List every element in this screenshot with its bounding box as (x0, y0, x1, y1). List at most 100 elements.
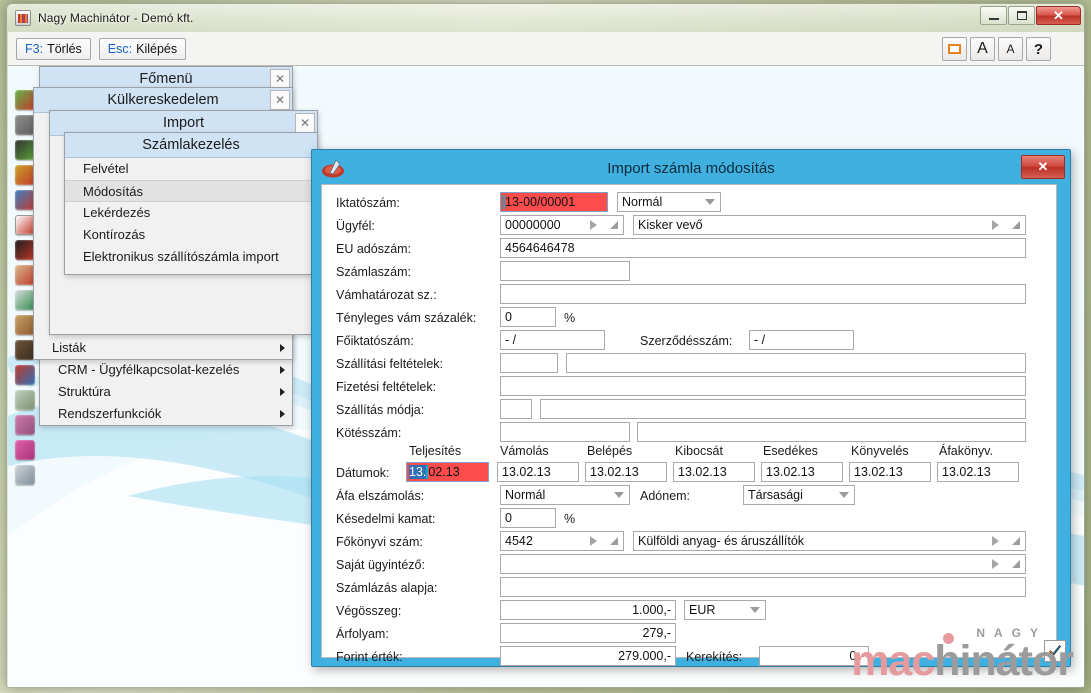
field-forint-ertek[interactable]: 279.000,- (500, 646, 676, 666)
font-large-icon[interactable]: A (970, 37, 995, 61)
field-date-belepes[interactable]: 13.02.13 (585, 462, 667, 482)
field-date-teljesites-rest: 02.13 (428, 465, 460, 479)
field-date-kibocsat-value: 13.02.13 (678, 465, 727, 479)
menu-item-kontirozas[interactable]: Kontírozás (65, 224, 317, 246)
rail-icon-6[interactable] (15, 215, 35, 235)
field-date-konyveles[interactable]: 13.02.13 (849, 462, 931, 482)
lookup-arrow-icon[interactable] (992, 536, 999, 546)
dropdown-corner-icon[interactable] (610, 221, 618, 229)
menu-item-crm[interactable]: CRM - Ügyfélkapcsolat-kezelés (40, 359, 292, 381)
rail-icon-structure[interactable] (15, 440, 35, 460)
exit-hotkey-key: Esc: (107, 41, 133, 56)
font-small-icon[interactable]: A (998, 37, 1023, 61)
field-date-esedekes[interactable]: 13.02.13 (761, 462, 843, 482)
rail-icon-11[interactable] (15, 340, 35, 360)
field-kotesszam-code[interactable] (500, 422, 630, 442)
field-szamlaszam[interactable] (500, 261, 630, 281)
rail-icon-2[interactable] (15, 115, 35, 135)
chevron-down-icon (750, 607, 760, 613)
rail-icon-system[interactable] (15, 465, 35, 485)
menu-item-struktura-label: Struktúra (58, 384, 111, 399)
label-fizetesi-feltetelek: Fizetési feltételek: (336, 380, 437, 394)
dropdown-corner-icon[interactable] (1012, 221, 1020, 229)
menu-close-kulkereskedelem-icon[interactable]: ✕ (270, 90, 290, 110)
combo-afa-elszamolas[interactable]: Normál (500, 485, 630, 505)
rail-icon-4[interactable] (15, 165, 35, 185)
field-ugyfel-name[interactable]: Kisker vevő (633, 215, 1026, 235)
maximize-button[interactable] (1008, 6, 1035, 25)
field-eu-adoszam[interactable]: 4564646478 (500, 238, 1026, 258)
combo-currency[interactable]: EUR (684, 600, 766, 620)
field-date-vamolas[interactable]: 13.02.13 (497, 462, 579, 482)
rail-icon-3[interactable] (15, 140, 35, 160)
field-fokonyvi-szam-name[interactable]: Külföldi anyag- és áruszállítók (633, 531, 1026, 551)
label-ugyfel: Ügyfél: (336, 219, 375, 233)
label-sajat-ugyintezo: Saját ügyintéző: (336, 558, 425, 572)
window-restore-icon[interactable] (942, 37, 967, 61)
lookup-arrow-icon[interactable] (590, 536, 597, 546)
menu-item-elektronikus-import[interactable]: Elektronikus szállítószámla import (65, 246, 317, 268)
help-icon[interactable]: ? (1026, 37, 1051, 61)
combo-iktatoszam-type[interactable]: Normál (617, 192, 721, 212)
rail-icon-crm[interactable] (15, 415, 35, 435)
field-szamlazas-alapja[interactable] (500, 577, 1026, 597)
rail-icon-fixed-assets[interactable] (15, 365, 35, 385)
rail-icon-8[interactable] (15, 265, 35, 285)
menu-item-rendszerfunkciok[interactable]: Rendszerfunkciók (40, 403, 292, 425)
lookup-arrow-icon[interactable] (992, 220, 999, 230)
rail-icon-1[interactable] (15, 90, 35, 110)
lookup-arrow-icon[interactable] (590, 220, 597, 230)
field-szallitas-modja-code[interactable] (500, 399, 532, 419)
dropdown-corner-icon[interactable] (610, 537, 618, 545)
dialog-close-button[interactable]: ✕ (1021, 155, 1065, 179)
lookup-arrow-icon[interactable] (992, 559, 999, 569)
combo-adonem[interactable]: Társasági (743, 485, 855, 505)
field-kesedelmi-kamat[interactable]: 0 (500, 508, 556, 528)
field-vegosszeg[interactable]: 1.000,- (500, 600, 676, 620)
field-eu-adoszam-value: 4564646478 (505, 241, 575, 255)
menu-close-import-icon[interactable]: ✕ (295, 113, 315, 133)
field-szallitas-modja-name[interactable] (540, 399, 1026, 419)
delete-hotkey-button[interactable]: F3: Törlés (16, 37, 91, 60)
menu-item-modositas-label: Módosítás (83, 183, 143, 199)
field-sajat-ugyintezo[interactable] (500, 554, 1026, 574)
menu-header-main-label: Főmenü (139, 71, 193, 87)
field-date-afakonyv[interactable]: 13.02.13 (937, 462, 1019, 482)
field-arfolyam[interactable]: 279,- (500, 623, 676, 643)
app-icon (15, 10, 31, 26)
menu-item-lekerdezes[interactable]: Lekérdezés (65, 202, 317, 224)
rail-icon-7[interactable] (15, 240, 35, 260)
field-szallitasi-feltetelek-code[interactable] (500, 353, 558, 373)
rail-icon-9[interactable] (15, 290, 35, 310)
field-foiktatoszam[interactable]: - / (500, 330, 605, 350)
close-button[interactable]: ✕ (1036, 6, 1081, 25)
label-arfolyam: Árfolyam: (336, 627, 389, 641)
rail-icon-payroll[interactable] (15, 390, 35, 410)
dropdown-corner-icon[interactable] (1012, 537, 1020, 545)
field-ugyfel-code[interactable]: 00000000 (500, 215, 624, 235)
rail-icon-10[interactable] (15, 315, 35, 335)
menu-close-main-icon[interactable]: ✕ (270, 69, 290, 89)
menu-item-modositas[interactable]: Módosítás (65, 180, 317, 202)
dropdown-corner-icon[interactable] (1012, 560, 1020, 568)
exit-hotkey-button[interactable]: Esc: Kilépés (98, 37, 187, 60)
minimize-button[interactable] (980, 6, 1007, 25)
label-vegosszeg: Végösszeg: (336, 604, 402, 618)
menu-item-felvetel[interactable]: Felvétel (65, 158, 317, 180)
field-fokonyvi-szam-code[interactable]: 4542 (500, 531, 624, 551)
field-fizetesi-feltetelek[interactable] (500, 376, 1026, 396)
field-szallitasi-feltetelek-name[interactable] (566, 353, 1026, 373)
field-date-kibocsat[interactable]: 13.02.13 (673, 462, 755, 482)
field-date-teljesites[interactable]: 13. 02.13 (406, 462, 489, 482)
menu-item-struktura[interactable]: Struktúra (40, 381, 292, 403)
label-adonem: Adónem: (640, 489, 691, 503)
field-kotesszam-name[interactable] (637, 422, 1026, 442)
field-vamhatarozat[interactable] (500, 284, 1026, 304)
menu-item-listak[interactable]: Listák (34, 337, 292, 359)
brand-logo-accent: mac (851, 637, 935, 685)
field-tenyleges-vam[interactable]: 0 (500, 307, 556, 327)
field-iktatoszam[interactable]: 13-00/00001 (500, 192, 608, 212)
menu-header-szamlakezeles: Számlakezelés (65, 133, 317, 158)
rail-icon-5[interactable] (15, 190, 35, 210)
field-szerzodesszam[interactable]: - / (749, 330, 854, 350)
